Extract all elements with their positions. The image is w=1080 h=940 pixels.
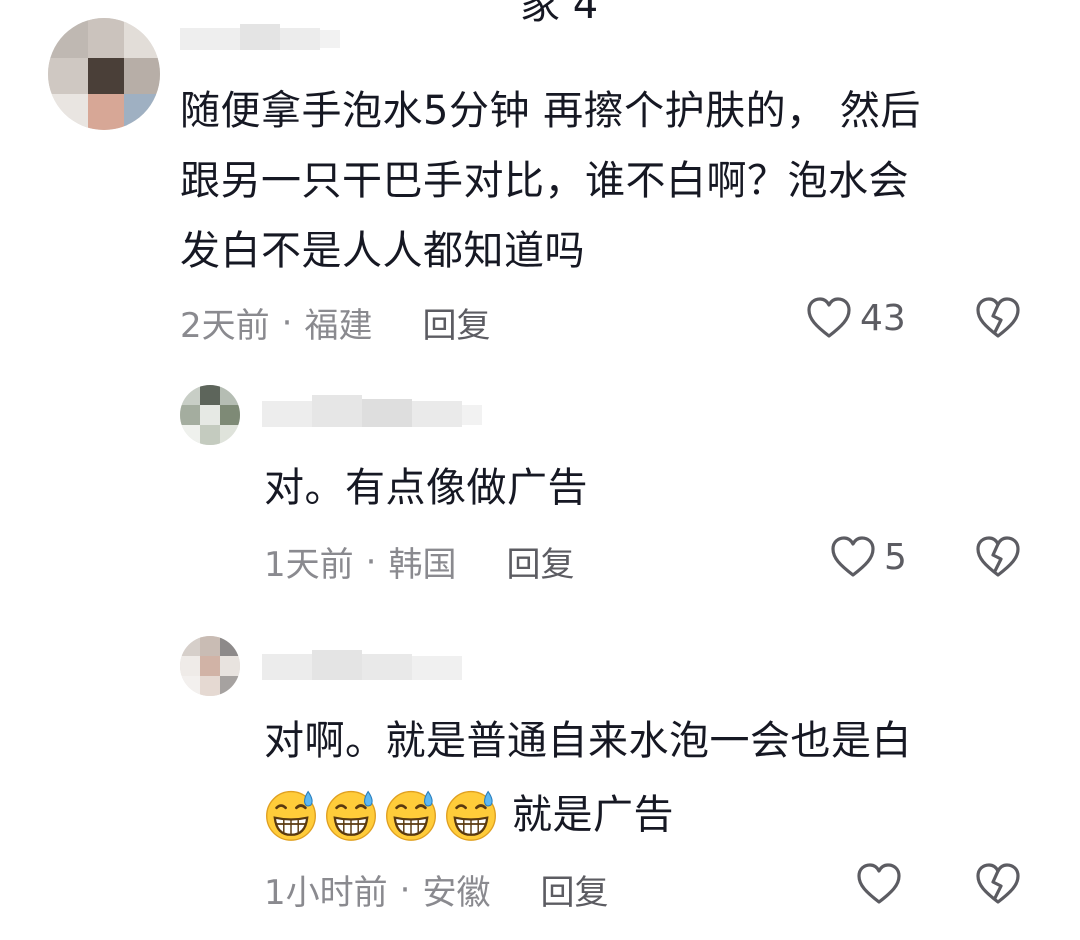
heart-outline-icon (807, 297, 851, 338)
comment-location: 韩国 (388, 545, 457, 585)
username-blurred[interactable] (262, 395, 482, 431)
like-count: 43 (860, 297, 906, 339)
grinning-sweat-emoji (446, 790, 496, 841)
meta-separator: · (399, 869, 411, 910)
like-button[interactable] (856, 862, 902, 906)
username-blurred[interactable] (262, 646, 462, 686)
reply-button[interactable]: 回复 (422, 298, 490, 347)
reply-button[interactable]: 回复 (506, 537, 574, 586)
heart-outline-icon (831, 536, 875, 577)
comment-location: 福建 (304, 306, 373, 346)
comment-text: 对。有点像做广告 (264, 465, 588, 511)
dislike-button[interactable] (975, 535, 1021, 583)
broken-heart-icon (976, 297, 1020, 338)
dislike-button[interactable] (975, 296, 1021, 344)
avatar[interactable] (180, 636, 240, 696)
comment-text-tail: 就是广告 (512, 792, 674, 838)
grinning-sweat-emoji (326, 790, 376, 841)
comment-text-line2: 就是广告 (264, 780, 1044, 850)
grinning-sweat-emoji (386, 790, 436, 841)
broken-heart-icon (976, 863, 1020, 904)
comment-text: 随便拿手泡水5分钟 再擦个护肤的， 然后 跟另一只干巴手对比，谁不白啊？泡水会 … (180, 88, 921, 274)
heart-outline-icon (857, 863, 901, 904)
like-count: 5 (884, 536, 907, 578)
comment-location: 安徽 (422, 873, 491, 913)
avatar[interactable] (180, 385, 240, 445)
username-blurred[interactable] (180, 24, 340, 54)
dislike-button[interactable] (975, 862, 1021, 910)
comment-meta: 1天前 · 韩国 回复 (264, 537, 574, 586)
like-button[interactable]: 5 (830, 535, 907, 579)
comment-meta: 1小时前 · 安徽 回复 (264, 865, 608, 914)
broken-heart-icon (976, 536, 1020, 577)
comment-time: 2天前 (180, 306, 270, 346)
avatar[interactable] (48, 18, 160, 130)
meta-separator: · (365, 541, 377, 582)
reply-button[interactable]: 回复 (540, 865, 608, 914)
header-partial-text: 家 4 (520, 0, 599, 28)
like-button[interactable]: 43 (806, 296, 906, 340)
comment-meta: 2天前 · 福建 回复 (180, 298, 490, 347)
comment-time: 1天前 (264, 545, 354, 585)
comment-time: 1小时前 (264, 873, 388, 913)
meta-separator: · (281, 302, 293, 343)
grinning-sweat-emoji (266, 790, 316, 841)
emoji-row (264, 788, 504, 842)
comment-text-line1: 对啊。就是普通自来水泡一会也是白 (264, 718, 912, 764)
